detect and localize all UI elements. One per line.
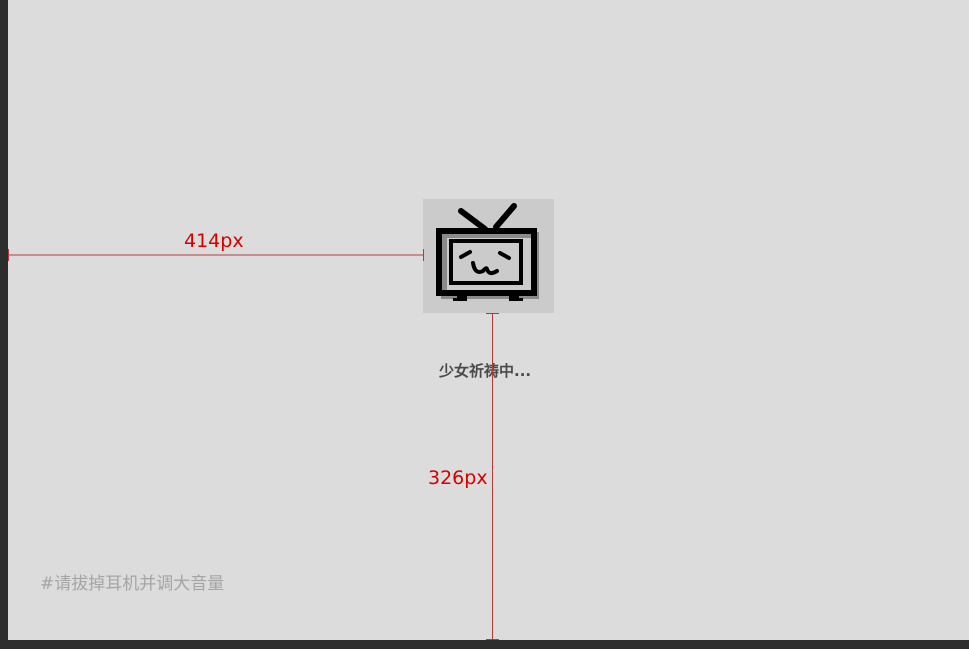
bilibili-tv-icon — [436, 203, 539, 301]
horizontal-measure-label: 414px — [184, 230, 244, 252]
logo-container — [423, 199, 554, 313]
loading-text: 少女祈祷中... — [439, 362, 532, 380]
headphone-hint: #请拔掉耳机并调大音量 — [40, 574, 225, 594]
vertical-measure-label: 326px — [428, 467, 488, 489]
loading-screen: 少女祈祷中... #请拔掉耳机并调大音量 414px 326px — [8, 0, 969, 640]
measurement-overlay — [8, 249, 499, 640]
